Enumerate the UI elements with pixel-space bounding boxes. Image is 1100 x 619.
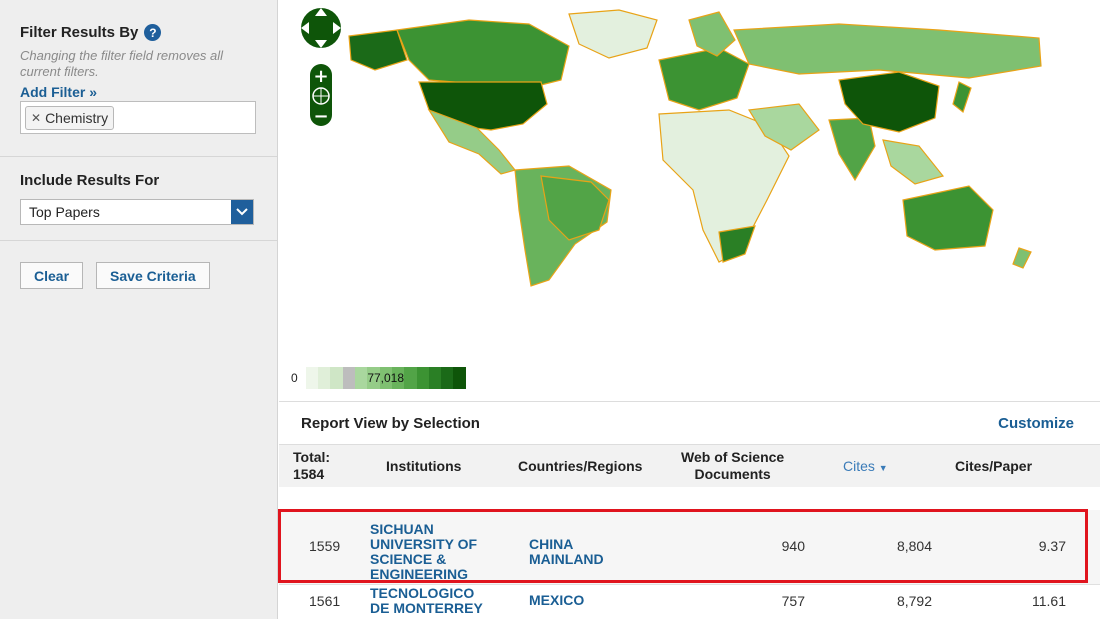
report-title: Report View by Selection (301, 415, 480, 432)
wos-line2: Documents (694, 466, 771, 482)
customize-link[interactable]: Customize (998, 415, 1074, 432)
countries-header[interactable]: Countries/Regions (518, 458, 642, 475)
institution-line: SICHUAN (370, 521, 434, 537)
report-view: Report View by Selection Customize Total… (279, 401, 1100, 619)
total-header: Total: 1584 (293, 449, 330, 483)
add-filter-link[interactable]: Add Filter » (20, 84, 257, 100)
cites-per-paper-value: 11.61 (1032, 593, 1066, 609)
legend-max: 77,018 (367, 371, 405, 385)
cites-per-paper-value: 9.37 (1038, 538, 1066, 554)
total-label: Total: (293, 449, 331, 465)
institution-link[interactable]: SICHUAN UNIVERSITY OF SCIENCE & ENGINEER… (370, 522, 477, 582)
cites-value: 8,804 (896, 538, 932, 554)
cites-header-label: Cites (843, 458, 875, 474)
include-title: Include Results For (20, 172, 160, 189)
cites-header[interactable]: Cites ▼ (843, 458, 888, 477)
sort-desc-icon: ▼ (878, 463, 888, 473)
filter-hint: Changing the filter field removes all cu… (20, 48, 224, 79)
save-criteria-button[interactable]: Save Criteria (96, 262, 210, 289)
cites-value: 8,792 (896, 593, 932, 609)
clear-button[interactable]: Clear (20, 262, 84, 289)
world-map-svg (348, 9, 1042, 287)
filter-chip: ✕ Chemistry (25, 106, 115, 130)
include-select-value: Top Papers (29, 204, 100, 220)
filter-title: Filter Results By ? (20, 24, 257, 41)
app-frame: Filter Results By ? Changing the filter … (0, 0, 1100, 619)
legend-min: 0 (291, 371, 298, 385)
zoom-out-icon[interactable]: − (313, 106, 328, 127)
filter-chip-label: Chemistry (45, 110, 109, 126)
filter-title-text: Filter Results By (20, 24, 139, 41)
chevron-down-icon[interactable] (231, 200, 253, 224)
include-section: Include Results For Top Papers (0, 157, 277, 241)
country-link[interactable]: MEXICO (529, 593, 584, 608)
cites-paper-header[interactable]: Cites/Paper (955, 458, 1032, 475)
remove-chip-icon[interactable]: ✕ (31, 111, 41, 125)
country-link[interactable]: CHINA MAINLAND (529, 537, 604, 567)
institution-line: SCIENCE & (370, 551, 447, 567)
institution-line: TECNOLOGICO (370, 585, 475, 601)
filter-input[interactable]: ✕ Chemistry (20, 101, 256, 134)
world-map[interactable]: + − 0 77,018 (279, 0, 1100, 400)
sidebar: Filter Results By ? Changing the filter … (0, 0, 278, 619)
row-rank: 1561 (309, 593, 341, 609)
criteria-buttons: Clear Save Criteria (0, 241, 277, 310)
total-count: 1584 (293, 466, 325, 482)
institution-line: DE MONTERREY (370, 600, 483, 616)
institution-line: ENGINEERING (370, 566, 469, 582)
include-select[interactable]: Top Papers (20, 199, 254, 225)
country-line: MAINLAND (529, 551, 604, 567)
table-row: 1561 TECNOLOGICO DE MONTERREY MEXICO 757… (279, 584, 1100, 619)
filter-section: Filter Results By ? Changing the filter … (0, 0, 277, 157)
map-legend: 0 77,018 (291, 367, 466, 389)
table-header: Total: 1584 Institutions Countries/Regio… (279, 444, 1100, 487)
row-rank: 1559 (309, 538, 341, 554)
zoom-in-icon[interactable]: + (313, 66, 328, 87)
wos-documents-value: 940 (781, 538, 805, 554)
wos-documents-value: 757 (781, 593, 805, 609)
institution-link[interactable]: TECNOLOGICO DE MONTERREY (370, 586, 483, 616)
table-row: 1559 SICHUAN UNIVERSITY OF SCIENCE & ENG… (279, 510, 1100, 584)
institution-line: UNIVERSITY OF (370, 536, 478, 552)
wos-line1: Web of Science (681, 449, 785, 465)
legend-bar: 77,018 (305, 367, 466, 389)
map-controls: + − (301, 0, 343, 135)
help-icon[interactable]: ? (144, 24, 162, 41)
pan-control[interactable] (301, 8, 341, 48)
wos-documents-header[interactable]: Web of Science Documents (681, 449, 784, 483)
country-line: CHINA (529, 536, 574, 552)
institutions-header[interactable]: Institutions (386, 458, 461, 475)
